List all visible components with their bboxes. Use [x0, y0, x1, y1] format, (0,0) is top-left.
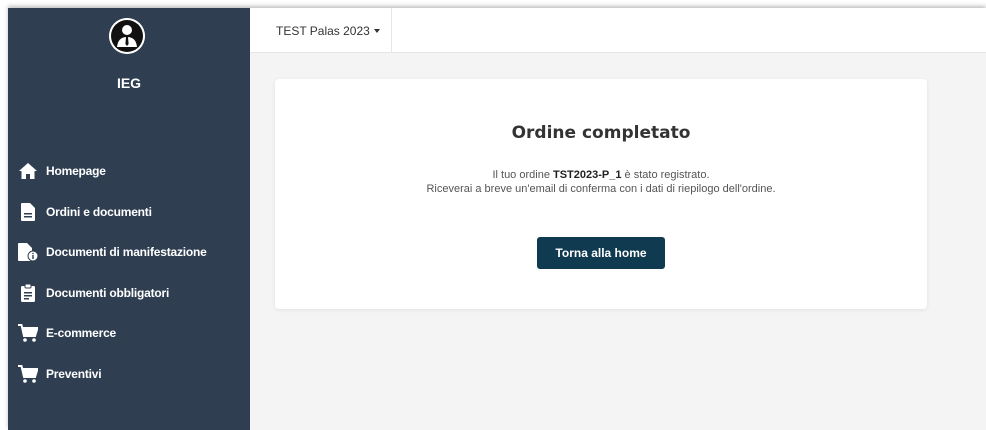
home-icon: [18, 161, 38, 181]
order-confirmation-card: Ordine completato Il tuo ordine TST2023-…: [275, 79, 927, 309]
sidebar-item-documenti-obbligatori[interactable]: Documenti obbligatori: [8, 273, 250, 314]
confirmation-prefix: Il tuo ordine: [492, 169, 553, 181]
clipboard-icon: [18, 283, 38, 303]
caret-down-icon: [373, 28, 380, 33]
sidebar-menu: Homepage Ordini e documenti Documenti di…: [8, 151, 250, 394]
cart-icon: [18, 323, 38, 343]
brand-name: IEG: [116, 75, 142, 91]
confirmation-suffix: è stato registrato.: [621, 169, 710, 181]
confirmation-line-2: Riceverai a breve un'email di conferma c…: [426, 183, 776, 195]
sidebar-item-ordini-e-documenti[interactable]: Ordini e documenti: [8, 192, 250, 233]
event-selector-label: TEST Palas 2023: [276, 23, 370, 38]
document-icon: [18, 202, 38, 222]
cart-icon: [18, 364, 38, 384]
page-title: Ordine completato: [511, 123, 691, 143]
sidebar-item-homepage[interactable]: Homepage: [8, 151, 250, 192]
sidebar-item-documenti-di-manifestazione[interactable]: Documenti di manifestazione: [8, 232, 250, 273]
sidebar-item-label: Preventivi: [46, 366, 102, 381]
sidebar-item-label: E-commerce: [46, 326, 117, 341]
event-selector-dropdown[interactable]: TEST Palas 2023: [250, 8, 392, 53]
order-code: TST2023-P_1: [553, 169, 622, 181]
top-bar: TEST Palas 2023: [250, 8, 986, 53]
sidebar-item-label: Ordini e documenti: [46, 204, 152, 219]
sidebar-item-e-commerce[interactable]: E-commerce: [8, 313, 250, 354]
confirmation-line-1: Il tuo ordine TST2023-P_1 è stato regist…: [275, 168, 927, 182]
user-avatar-icon[interactable]: [109, 18, 145, 54]
sidebar-item-label: Homepage: [46, 164, 106, 179]
document-info-icon: [18, 242, 38, 262]
confirmation-message: Il tuo ordine TST2023-P_1 è stato regist…: [275, 168, 927, 196]
app-window: IEG Homepage Ordini e documenti Document…: [8, 8, 986, 430]
sidebar-item-label: Documenti di manifestazione: [46, 245, 207, 260]
sidebar: IEG Homepage Ordini e documenti Document…: [8, 8, 250, 430]
sidebar-item-label: Documenti obbligatori: [46, 285, 170, 300]
sidebar-item-preventivi[interactable]: Preventivi: [8, 354, 250, 395]
back-to-home-button[interactable]: Torna alla home: [537, 237, 665, 269]
